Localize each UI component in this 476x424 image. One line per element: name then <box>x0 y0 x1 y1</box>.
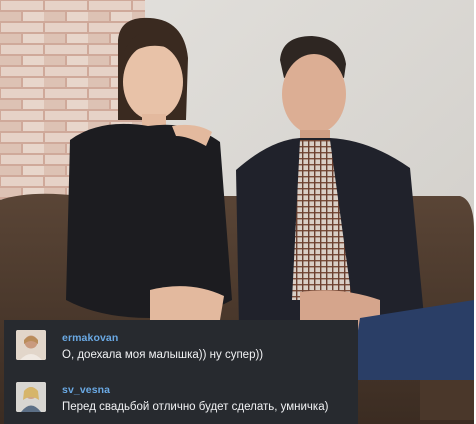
comment-item: ermakovan О, доехала моя малышка)) ну су… <box>16 330 352 370</box>
comment-text: Перед свадьбой отлично будет сделать, ум… <box>62 401 329 413</box>
comment-username[interactable]: ermakovan <box>62 332 118 344</box>
comment-text: О, доехала моя малышка)) ну супер)) <box>62 349 264 361</box>
user-avatar[interactable] <box>16 382 46 412</box>
avatar-photo-icon <box>16 382 46 412</box>
user-avatar[interactable] <box>16 330 46 360</box>
comments-overlay: ermakovan О, доехала моя малышка)) ну су… <box>4 320 358 424</box>
comment-item: sv_vesna Перед свадьбой отлично будет сд… <box>16 382 352 422</box>
comment-username[interactable]: sv_vesna <box>62 384 110 396</box>
avatar-photo-icon <box>16 330 46 360</box>
